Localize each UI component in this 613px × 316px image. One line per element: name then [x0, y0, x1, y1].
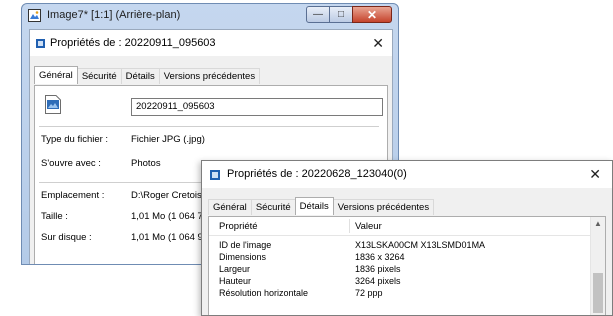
row-value: X13LSKA00CM X13LSMD01MA: [355, 240, 486, 250]
maximize-button[interactable]: □: [329, 6, 353, 23]
caption-buttons: — □ ✕: [306, 6, 392, 23]
properties-dialog-2: Propriétés de : 20220628_123040(0) ✕ Gén…: [201, 160, 613, 316]
row-value: 72 ppp: [355, 288, 383, 298]
dialog1-titlebar[interactable]: Propriétés de : 20220911_095603 ✕: [30, 30, 392, 56]
table-row[interactable]: Largeur 1836 pixels: [209, 264, 591, 276]
app-titlebar[interactable]: Image7* [1:1] (Arrière-plan) — □ ✕: [22, 4, 398, 28]
size-on-disk-value: 1,01 Mo (1 064 9: [131, 232, 203, 243]
dialog2-titlebar[interactable]: Propriétés de : 20220628_123040(0) ✕: [202, 161, 612, 188]
opens-with-label: S'ouvre avec :: [41, 158, 101, 169]
size-label: Taille :: [41, 211, 68, 222]
row-property: Résolution horizontale: [219, 288, 309, 298]
tab-security[interactable]: Sécurité: [250, 199, 296, 215]
file-type-value: Fichier JPG (.jpg): [131, 134, 205, 145]
dialog1-tabs: Général Sécurité Détails Versions précéd…: [34, 66, 261, 84]
scroll-thumb[interactable]: [593, 273, 603, 313]
jpg-file-icon: [45, 95, 61, 114]
table-row[interactable]: ID de l'image X13LSKA00CM X13LSMD01MA: [209, 240, 591, 252]
properties-icon: [36, 39, 45, 48]
tab-previous-versions[interactable]: Versions précédentes: [158, 68, 261, 84]
column-divider[interactable]: [349, 219, 350, 233]
app-title: Image7* [1:1] (Arrière-plan): [47, 9, 181, 21]
details-table-header: Propriété Valeur: [209, 217, 591, 236]
row-property: ID de l'image: [219, 240, 272, 250]
dialog2-close-icon[interactable]: ✕: [589, 166, 601, 183]
file-type-label: Type du fichier :: [41, 134, 109, 145]
table-row[interactable]: Hauteur 3264 pixels: [209, 276, 591, 288]
details-scrollbar[interactable]: ▲: [590, 217, 605, 315]
row-value: 1836 pixels: [355, 264, 401, 274]
size-value: 1,01 Mo (1 064 7: [131, 211, 203, 222]
tab-previous-versions[interactable]: Versions précédentes: [332, 199, 435, 215]
dialog2-body: Général Sécurité Détails Versions précéd…: [202, 188, 612, 315]
dialog2-tabs: Général Sécurité Détails Versions précéd…: [208, 197, 435, 215]
dialog2-title: Propriétés de : 20220628_123040(0): [227, 168, 407, 180]
size-on-disk-label: Sur disque :: [41, 232, 92, 243]
close-button[interactable]: ✕: [352, 6, 392, 23]
location-label: Emplacement :: [41, 190, 105, 201]
properties-icon: [210, 170, 220, 180]
opens-with-value: Photos: [131, 158, 161, 169]
row-property: Hauteur: [219, 276, 252, 286]
row-property: Largeur: [219, 264, 251, 274]
row-value: 3264 pixels: [355, 276, 401, 286]
details-panel: Propriété Valeur ID de l'image X13LSKA00…: [208, 216, 606, 315]
filename-field[interactable]: 20220911_095603: [131, 98, 383, 116]
column-header-property[interactable]: Propriété: [219, 221, 258, 232]
app-icon: [28, 9, 41, 22]
tab-general[interactable]: Général: [34, 66, 78, 84]
minimize-button[interactable]: —: [306, 6, 330, 23]
location-value: D:\Roger Cretois: [131, 190, 202, 201]
scroll-up-icon[interactable]: ▲: [591, 219, 605, 231]
row-value: 1836 x 3264: [355, 252, 405, 262]
row-property: Dimensions: [219, 252, 267, 262]
dialog1-title: Propriétés de : 20220911_095603: [50, 37, 216, 49]
table-row[interactable]: Résolution horizontale 72 ppp: [209, 288, 591, 300]
tab-general[interactable]: Général: [208, 199, 252, 215]
column-header-value[interactable]: Valeur: [355, 221, 382, 232]
tab-details[interactable]: Détails: [294, 197, 334, 215]
tab-security[interactable]: Sécurité: [76, 68, 122, 84]
table-row[interactable]: Dimensions 1836 x 3264: [209, 252, 591, 264]
separator: [39, 126, 379, 127]
tab-details[interactable]: Détails: [120, 68, 160, 84]
dialog1-close-icon[interactable]: ✕: [372, 35, 384, 52]
